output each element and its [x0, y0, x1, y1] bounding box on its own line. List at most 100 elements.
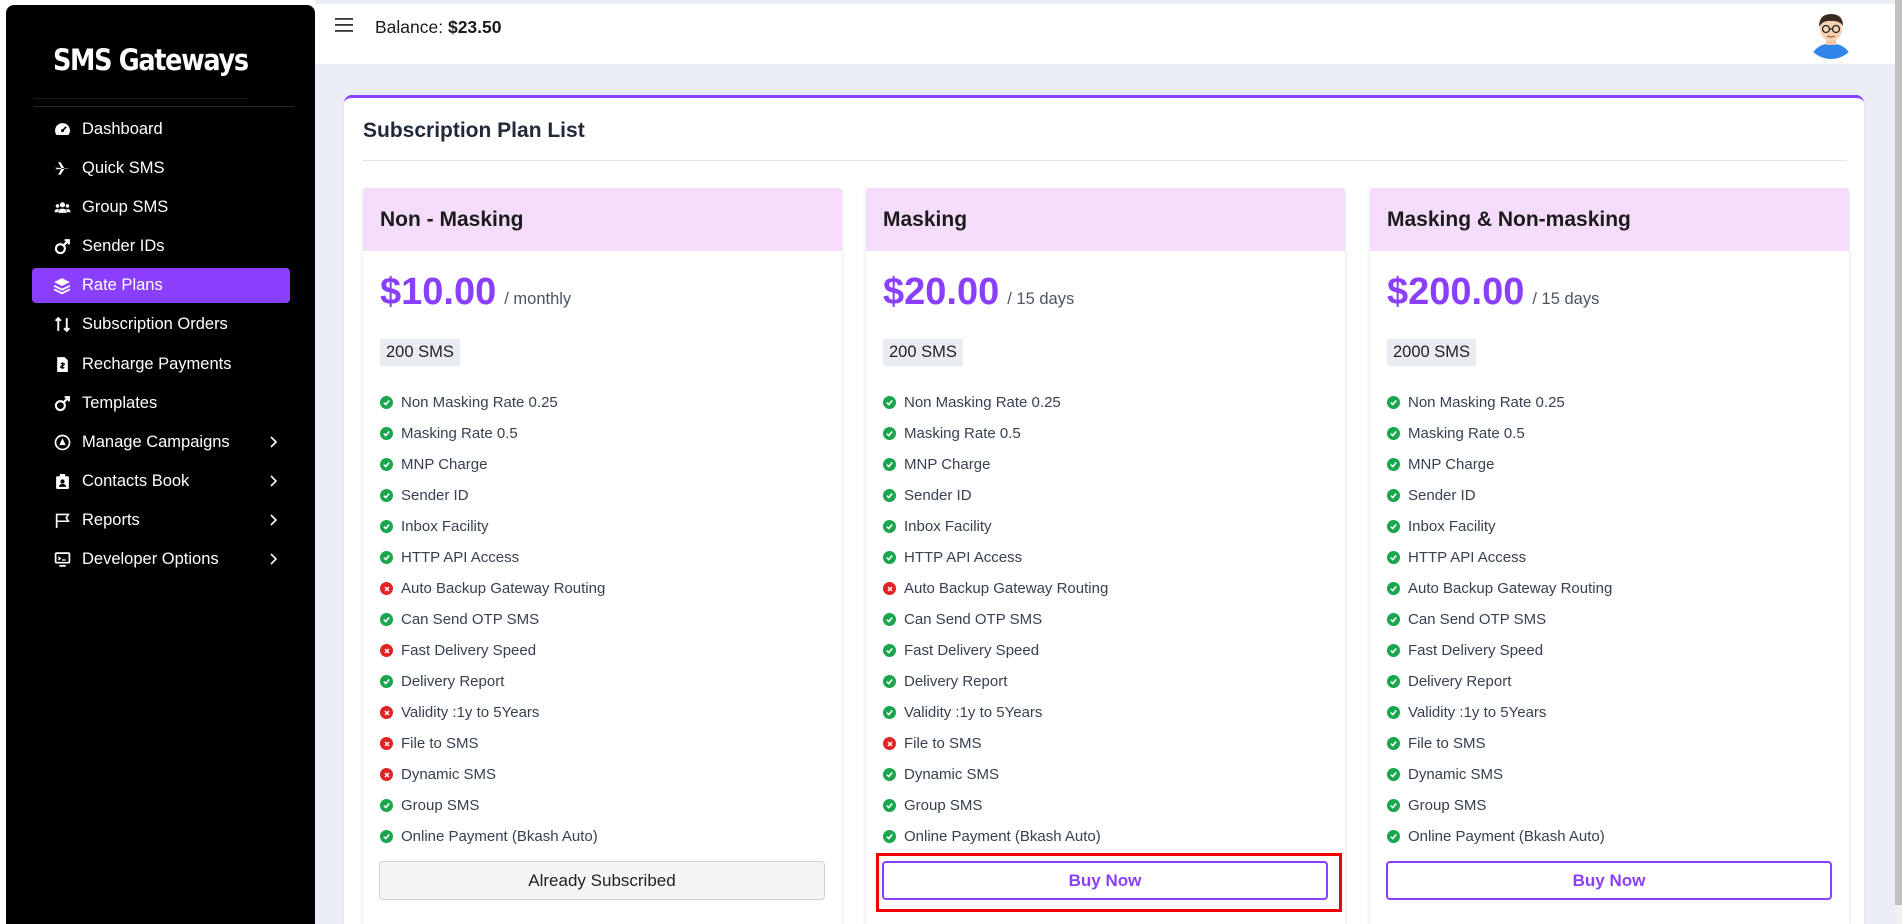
feature-label: Auto Backup Gateway Routing — [904, 580, 1109, 597]
feature-label: File to SMS — [401, 735, 479, 752]
sidebar-item-label: Templates — [82, 393, 158, 412]
check-circle-icon — [883, 520, 896, 533]
check-circle-icon — [883, 768, 896, 781]
check-circle-icon — [380, 830, 393, 843]
feature-item: Inbox Facility — [1387, 511, 1612, 542]
check-circle-icon — [883, 675, 896, 688]
feature-label: Non Masking Rate 0.25 — [904, 394, 1061, 411]
feature-item: Sender ID — [883, 480, 1108, 511]
x-circle-icon — [380, 706, 393, 719]
feature-label: Inbox Facility — [401, 518, 489, 535]
sidebar-item-contacts-book[interactable]: Contacts Book — [32, 464, 290, 499]
sms-count-badge: 2000 SMS — [1387, 339, 1477, 366]
feature-item: Auto Backup Gateway Routing — [883, 573, 1108, 604]
check-circle-icon — [380, 489, 393, 502]
sms-count-badge: 200 SMS — [883, 339, 963, 366]
check-circle-icon — [1387, 613, 1400, 626]
x-circle-icon — [380, 582, 393, 595]
sidebar: SMS Gateways Dashboard Quick SMS Group SMS… — [6, 5, 315, 924]
sidebar-item-rate-plans[interactable]: Rate Plans — [32, 268, 290, 304]
feature-item: HTTP API Access — [1387, 542, 1612, 573]
feature-item: File to SMS — [380, 728, 605, 759]
feature-item: File to SMS — [883, 728, 1108, 759]
feature-label: Can Send OTP SMS — [904, 611, 1043, 628]
sidebar-item-label: Manage Campaigns — [82, 432, 230, 451]
check-circle-icon — [883, 458, 896, 471]
scrollbar-thumb[interactable] — [1895, 0, 1902, 905]
feature-item: Auto Backup Gateway Routing — [1387, 573, 1612, 604]
male-symbol-icon — [52, 237, 72, 257]
check-circle-icon — [883, 396, 896, 409]
x-circle-icon — [380, 768, 393, 781]
feature-item: Delivery Report — [380, 666, 605, 697]
x-circle-icon — [883, 737, 896, 750]
feature-label: Fast Delivery Speed — [401, 642, 537, 659]
check-circle-icon — [1387, 706, 1400, 719]
avatar[interactable] — [1805, 7, 1857, 59]
feature-label: Can Send OTP SMS — [401, 611, 540, 628]
plan-card: Masking $20.00 / 15 days 200 SMS Non Masking… — [866, 188, 1345, 924]
check-circle-icon — [380, 613, 393, 626]
check-circle-icon — [1387, 396, 1400, 409]
layers-icon — [52, 276, 72, 296]
check-circle-icon — [883, 489, 896, 502]
check-circle-icon — [1387, 675, 1400, 688]
price-period: / 15 days — [1532, 290, 1600, 308]
sidebar-item-manage-campaigns[interactable]: Manage Campaigns — [32, 425, 290, 460]
feature-item: Online Payment (Bkash Auto) — [380, 821, 605, 852]
sidebar-item-subscription-orders[interactable]: Subscription Orders — [32, 307, 290, 342]
already-subscribed-button[interactable]: Already Subscribed — [379, 861, 825, 900]
buy-now-button[interactable]: Buy Now — [882, 861, 1328, 900]
feature-item: File to SMS — [1387, 728, 1612, 759]
check-circle-icon — [380, 427, 393, 440]
feature-label: Inbox Facility — [1408, 518, 1496, 535]
feature-item: MNP Charge — [380, 449, 605, 480]
plan-card: Non - Masking $10.00 / monthly 200 SMS Non M… — [363, 188, 842, 924]
sidebar-item-sender-ids[interactable]: Sender IDs — [32, 229, 290, 264]
plan-name: Non - Masking — [363, 188, 842, 251]
feature-item: HTTP API Access — [883, 542, 1108, 573]
chevron-right-icon — [269, 435, 278, 454]
sidebar-item-quick-sms[interactable]: Quick SMS — [32, 151, 290, 186]
feature-label: Dynamic SMS — [904, 766, 1000, 783]
check-circle-icon — [1387, 644, 1400, 657]
check-circle-icon — [380, 551, 393, 564]
feature-item: Group SMS — [883, 790, 1108, 821]
feature-label: MNP Charge — [401, 456, 488, 473]
feature-item: Sender ID — [380, 480, 605, 511]
sidebar-item-reports[interactable]: Reports — [32, 503, 290, 538]
plan-card: Masking & Non-masking $200.00 / 15 days 200… — [1370, 188, 1849, 924]
price-period: / monthly — [504, 290, 572, 308]
feature-item: Online Payment (Bkash Auto) — [883, 821, 1108, 852]
sidebar-item-templates[interactable]: Templates — [32, 386, 290, 421]
sidebar-item-label: Subscription Orders — [82, 315, 228, 334]
check-circle-icon — [1387, 799, 1400, 812]
feature-label: HTTP API Access — [904, 549, 1023, 566]
speedometer-icon — [52, 120, 72, 140]
sort-arrows-icon — [52, 315, 72, 335]
title-divider — [362, 160, 1847, 161]
sidebar-item-developer-options[interactable]: Developer Options — [32, 542, 290, 577]
buy-now-button[interactable]: Buy Now — [1386, 861, 1832, 900]
feature-item: Masking Rate 0.5 — [883, 418, 1108, 449]
feature-item: Non Masking Rate 0.25 — [1387, 387, 1612, 418]
feature-label: Dynamic SMS — [401, 766, 497, 783]
sidebar-item-label: Contacts Book — [82, 471, 190, 490]
feature-label: Non Masking Rate 0.25 — [1408, 394, 1565, 411]
sidebar-item-dashboard[interactable]: Dashboard — [32, 112, 290, 147]
check-circle-icon — [380, 520, 393, 533]
check-circle-icon — [883, 427, 896, 440]
sidebar-item-label: Group SMS — [82, 198, 169, 217]
sidebar-item-recharge-payments[interactable]: Recharge Payments — [32, 347, 290, 382]
sidebar-item-group-sms[interactable]: Group SMS — [32, 190, 290, 225]
price-amount: $20.00 — [883, 271, 1000, 313]
campaign-icon — [52, 432, 72, 452]
feature-label: Validity :1y to 5Years — [401, 704, 540, 721]
brand-logo[interactable]: SMS Gateways — [53, 43, 249, 77]
page-title: Subscription Plan List — [363, 119, 585, 142]
sidebar-item-label: Rate Plans — [82, 276, 163, 295]
feature-label: Fast Delivery Speed — [904, 642, 1040, 659]
feature-label: Delivery Report — [1408, 673, 1512, 690]
check-circle-icon — [883, 830, 896, 843]
hamburger-menu-icon[interactable] — [335, 18, 353, 37]
